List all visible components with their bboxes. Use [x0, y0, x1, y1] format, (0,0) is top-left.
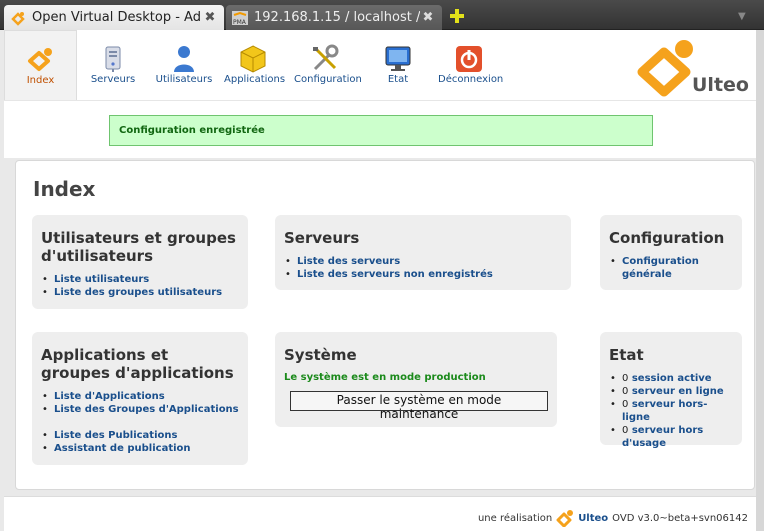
tab-title: 192.168.1.15 / localhost / o... [254, 10, 420, 25]
menu-divider [4, 100, 756, 101]
svg-text:PMA: PMA [233, 19, 247, 26]
link-liste-publications[interactable]: Liste des Publications [41, 429, 239, 442]
status-item-offline[interactable]: 0 serveur hors-ligne [609, 398, 733, 424]
flash-message: Configuration enregistrée [109, 115, 653, 146]
box-title: Applications et groupes d'applications [41, 346, 234, 382]
applications-groups-box: Applications et groupes d'applications L… [32, 332, 248, 465]
menu-item-index[interactable]: Index [4, 30, 77, 100]
menu-item-configuration[interactable]: Configuration [294, 30, 362, 100]
menu-item-label: Etat [387, 74, 409, 85]
new-tab-plus-icon[interactable] [449, 8, 465, 24]
box-title: Configuration [609, 229, 725, 247]
box-title: Serveurs [284, 229, 360, 247]
power-icon [456, 46, 482, 72]
menu-item-label: Index [26, 75, 55, 86]
monitor-icon [385, 46, 411, 71]
close-tab-icon[interactable]: ✖ [202, 10, 218, 25]
users-icon [174, 46, 194, 72]
link-configuration-generale[interactable]: Configuration générale [609, 255, 699, 281]
menu-item-utilisateurs[interactable]: Utilisateurs [154, 30, 214, 100]
admin-menu: Index Serveurs Utilisateurs Applications… [4, 30, 756, 100]
close-tab-icon[interactable]: ✖ [420, 10, 436, 25]
phpmyadmin-icon: PMA [232, 10, 248, 26]
link-liste-utilisateurs[interactable]: Liste utilisateurs [41, 273, 239, 286]
system-box: Système Le système est en mode productio… [275, 332, 557, 427]
status-count: 0 [622, 373, 629, 384]
status-count: 0 [622, 425, 629, 436]
link-liste-groupes-utilisateurs[interactable]: Liste des groupes utilisateurs [41, 286, 239, 299]
status-label: serveur en ligne [631, 386, 724, 397]
system-status-text: Le système est en mode production [284, 372, 486, 383]
menu-item-label: Utilisateurs [155, 74, 213, 85]
menu-item-label: Serveurs [90, 74, 136, 85]
tools-icon [313, 44, 339, 71]
window-edge [756, 30, 764, 531]
menu-item-etat[interactable]: Etat [374, 30, 422, 100]
link-liste-groupes-applications[interactable]: Liste des Groupes d'Applications [41, 403, 239, 416]
status-count: 0 [622, 399, 629, 410]
browser-tab-bar: Open Virtual Desktop - Ad... ✖ PMA 192.1… [0, 0, 764, 30]
ulteo-icon [11, 11, 25, 26]
browser-tab-ovd[interactable]: Open Virtual Desktop - Ad... ✖ [4, 5, 224, 30]
maintenance-mode-button[interactable]: Passer le système en mode maintenance [290, 391, 548, 421]
tab-title: Open Virtual Desktop - Ad... [32, 10, 202, 25]
footer-prefix: une réalisation [477, 512, 553, 524]
status-box: Etat 0 session active 0 serveur en ligne… [600, 332, 742, 449]
users-groups-box: Utilisateurs et groupes d'utilisateurs L… [32, 215, 248, 309]
box-title: Utilisateurs et groupes d'utilisateurs [41, 229, 236, 265]
tab-list-chevron-icon[interactable]: ▼ [738, 11, 746, 22]
menu-item-label: Déconnexion [438, 74, 504, 85]
footer: une réalisation Ulteo OVD v3.0~beta+svn0… [478, 509, 748, 527]
browser-tab-pma[interactable]: PMA 192.168.1.15 / localhost / o... ✖ [226, 5, 442, 30]
servers-icon [105, 46, 121, 72]
footer-brand-link[interactable]: Ulteo [578, 513, 608, 524]
menu-item-label: Configuration [294, 74, 362, 85]
status-label: serveur hors-ligne [622, 399, 708, 423]
page-title: Index [33, 177, 96, 201]
footer-version: OVD v3.0~beta+svn06142 [612, 512, 748, 524]
menu-item-serveurs[interactable]: Serveurs [86, 30, 140, 100]
link-assistant-publication[interactable]: Assistant de publication [41, 442, 239, 455]
configuration-box: Configuration Configuration générale [600, 215, 742, 290]
status-count: 0 [622, 386, 629, 397]
ulteo-logo-text: Ulteo [692, 74, 749, 96]
link-liste-serveurs[interactable]: Liste des serveurs [284, 255, 562, 268]
status-label: session active [631, 373, 712, 384]
link-liste-serveurs-non-enregistres[interactable]: Liste des serveurs non enregistrés [284, 268, 562, 281]
menu-item-label: Applications [224, 74, 286, 85]
box-title: Etat [609, 346, 644, 364]
box-title: Système [284, 346, 357, 364]
ulteo-small-icon [556, 510, 574, 527]
status-label: serveur hors d'usage [622, 425, 704, 449]
status-item-sessions[interactable]: 0 session active [609, 372, 733, 385]
page: Index Serveurs Utilisateurs Applications… [4, 30, 756, 531]
status-item-broken[interactable]: 0 serveur hors d'usage [609, 424, 709, 450]
index-icon [27, 48, 52, 71]
servers-box: Serveurs Liste des serveurs Liste des se… [275, 215, 571, 290]
footer-divider [4, 496, 756, 497]
menu-item-deconnexion[interactable]: Déconnexion [438, 30, 504, 100]
link-liste-applications[interactable]: Liste d'Applications [41, 390, 239, 403]
menu-item-applications[interactable]: Applications [224, 30, 286, 100]
status-item-online[interactable]: 0 serveur en ligne [609, 385, 733, 398]
applications-icon [240, 45, 266, 73]
